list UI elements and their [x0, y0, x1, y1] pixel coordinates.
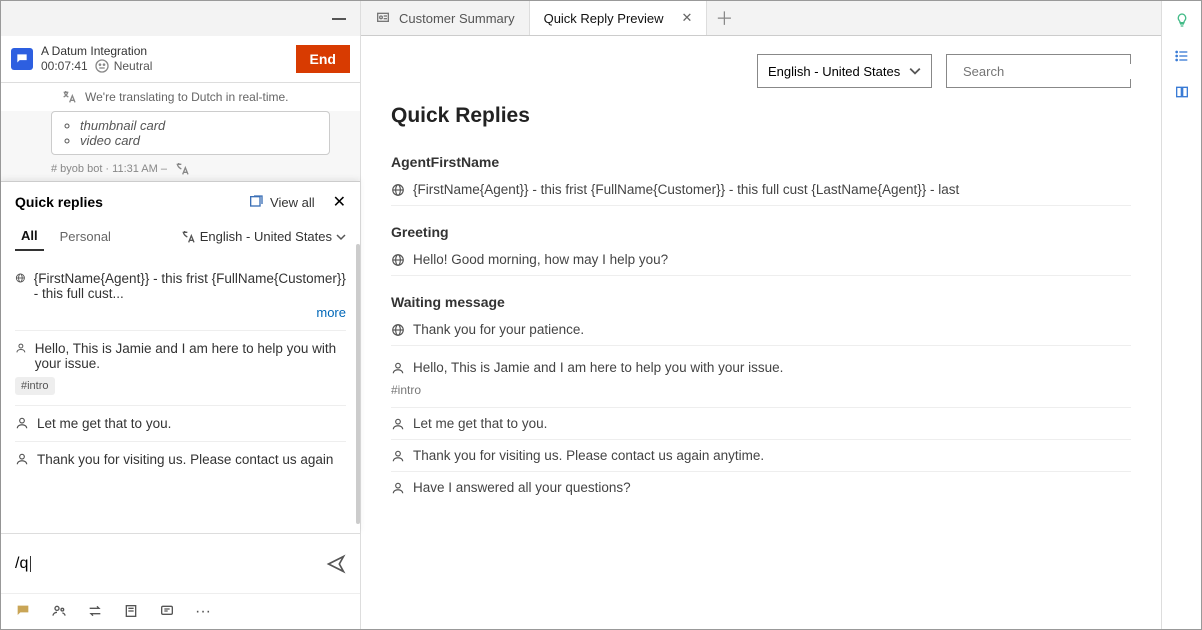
- tab-customer-summary[interactable]: Customer Summary: [361, 1, 530, 35]
- channel-icon: [11, 48, 33, 70]
- card-item: thumbnail card: [80, 118, 319, 133]
- quick-reply-icon[interactable]: [15, 603, 31, 621]
- person-icon: [15, 452, 29, 466]
- minimize-button[interactable]: [332, 18, 346, 20]
- person-icon: [391, 361, 405, 375]
- chat-meta: # byob bot · 11:31 AM –: [1, 161, 360, 177]
- compose-toolbar: ···: [1, 593, 360, 629]
- qr-item[interactable]: {FirstName{Agent}} - this frist {FullNam…: [15, 261, 346, 331]
- qr-tag: #intro: [15, 377, 55, 395]
- search-field[interactable]: [963, 64, 1139, 79]
- reply-group-title: AgentFirstName: [391, 136, 1131, 174]
- language-dropdown[interactable]: English - United States: [757, 54, 932, 88]
- more-icon[interactable]: ···: [195, 603, 211, 621]
- consult-icon[interactable]: [51, 603, 67, 621]
- chevron-down-icon: [336, 232, 346, 242]
- person-icon: [15, 416, 29, 430]
- sentiment-neutral: Neutral: [94, 58, 153, 74]
- book-icon[interactable]: [1174, 83, 1190, 101]
- reply-line[interactable]: {FirstName{Agent}} - this frist {FullNam…: [391, 174, 1131, 206]
- reply-group-title: Waiting message: [391, 276, 1131, 314]
- left-panel: A Datum Integration 00:07:41 Neutral End…: [1, 1, 361, 629]
- session-timer: 00:07:41: [41, 59, 88, 73]
- session-title: A Datum Integration: [41, 44, 296, 58]
- transfer-icon[interactable]: [87, 603, 103, 621]
- qr-tab-personal[interactable]: Personal: [54, 223, 117, 250]
- new-tab-button[interactable]: ＋: [707, 1, 741, 35]
- reply-hash: #intro: [391, 383, 1131, 408]
- person-icon: [391, 417, 405, 431]
- reply-line[interactable]: Let me get that to you.: [391, 408, 1131, 440]
- person-icon: [15, 341, 27, 355]
- tab-quick-reply-preview[interactable]: Quick Reply Preview ✕: [530, 1, 708, 35]
- notes-icon[interactable]: [123, 603, 139, 621]
- toolbar: English - United States: [361, 36, 1161, 88]
- chevron-down-icon: [909, 65, 921, 77]
- lightbulb-icon[interactable]: [1174, 11, 1190, 29]
- qr-language-dropdown[interactable]: English - United States: [180, 229, 346, 245]
- globe-icon: [391, 323, 405, 337]
- scrollbar[interactable]: [356, 244, 360, 524]
- page-title: Quick Replies: [361, 88, 1161, 136]
- reply-line[interactable]: Hello, This is Jamie and I am here to he…: [391, 346, 1131, 383]
- reply-group-title: Greeting: [391, 206, 1131, 244]
- more-link[interactable]: more: [15, 301, 346, 320]
- reply-line[interactable]: Thank you for visiting us. Please contac…: [391, 440, 1131, 472]
- list-icon[interactable]: [1174, 47, 1190, 65]
- qr-title: Quick replies: [15, 194, 103, 210]
- replies-container: AgentFirstName {FirstName{Agent}} - this…: [361, 136, 1161, 503]
- side-rail: [1161, 1, 1201, 629]
- window-chrome: [1, 1, 360, 36]
- qr-list: {FirstName{Agent}} - this frist {FullNam…: [1, 251, 360, 533]
- globe-icon: [391, 253, 405, 267]
- globe-icon: [391, 183, 405, 197]
- view-all-button[interactable]: View all: [248, 194, 315, 210]
- search-input[interactable]: [946, 54, 1131, 88]
- quick-replies-panel: Quick replies View all ✕ All Personal En…: [1, 181, 360, 533]
- tab-close-icon[interactable]: ✕: [682, 10, 693, 26]
- compose-box[interactable]: /q: [1, 533, 360, 593]
- tab-bar: Customer Summary Quick Reply Preview ✕ ＋: [361, 1, 1161, 36]
- close-icon[interactable]: ✕: [333, 192, 346, 212]
- knowledge-icon[interactable]: [159, 603, 175, 621]
- translate-banner: We're translating to Dutch in real-time.: [1, 83, 360, 111]
- qr-item[interactable]: Thank you for visiting us. Please contac…: [15, 442, 346, 477]
- person-icon: [391, 449, 405, 463]
- end-button[interactable]: End: [296, 45, 350, 73]
- main-panel: Customer Summary Quick Reply Preview ✕ ＋…: [361, 1, 1161, 629]
- reply-line[interactable]: Thank you for your patience.: [391, 314, 1131, 346]
- send-button[interactable]: [326, 554, 346, 574]
- qr-item[interactable]: Let me get that to you.: [15, 406, 346, 442]
- reply-line[interactable]: Hello! Good morning, how may I help you?: [391, 244, 1131, 276]
- session-header: A Datum Integration 00:07:41 Neutral End: [1, 36, 360, 83]
- reply-line[interactable]: Have I answered all your questions?: [391, 472, 1131, 503]
- qr-tab-all[interactable]: All: [15, 222, 44, 251]
- card-item: video card: [80, 133, 319, 148]
- globe-icon: [15, 271, 26, 285]
- chat-card: thumbnail card video card: [51, 111, 330, 155]
- sentiment-label: Neutral: [114, 59, 153, 73]
- compose-value: /q: [15, 555, 28, 573]
- qr-item[interactable]: Hello, This is Jamie and I am here to he…: [15, 331, 346, 406]
- person-icon: [391, 481, 405, 495]
